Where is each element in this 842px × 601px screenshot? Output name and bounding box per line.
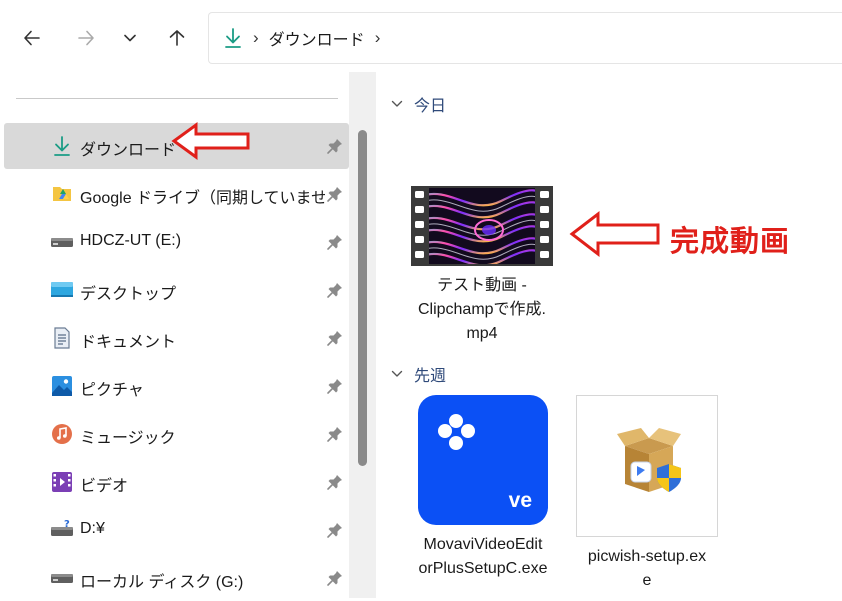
file-list: 今日 テスト動画 - Clipchampで作成. mp4 先週 ve Movav… bbox=[376, 72, 842, 598]
annotation-label: 完成動画 bbox=[670, 226, 791, 258]
sidebar-item-label: ビデオ bbox=[80, 478, 129, 495]
back-button[interactable] bbox=[16, 22, 48, 54]
sidebar-item-music[interactable]: ミュージック bbox=[4, 411, 349, 457]
file-name: テスト動画 - Clipchampで作成. mp4 bbox=[400, 274, 564, 346]
file-name-line: e bbox=[642, 572, 652, 589]
pin-icon[interactable] bbox=[326, 425, 344, 443]
file-name: MovaviVideoEdit orPlusSetupC.exe bbox=[404, 533, 562, 581]
group-header-last-week[interactable]: 先週 bbox=[390, 362, 446, 386]
sidebar-item-label: ローカル ディスク (G:) bbox=[80, 574, 244, 591]
pin-icon[interactable] bbox=[326, 329, 344, 347]
pin-icon[interactable] bbox=[326, 377, 344, 395]
pin-icon[interactable] bbox=[326, 473, 344, 491]
pin-icon[interactable] bbox=[326, 569, 344, 587]
music-icon bbox=[50, 422, 74, 446]
forward-button[interactable] bbox=[70, 22, 102, 54]
pin-icon[interactable] bbox=[326, 281, 344, 299]
sidebar-item-label: D:¥ bbox=[80, 520, 105, 537]
desktop-icon bbox=[50, 278, 74, 302]
pin-icon[interactable] bbox=[326, 521, 344, 539]
file-name-line: mp4 bbox=[466, 325, 498, 342]
sidebar-item-label: デスクトップ bbox=[80, 286, 177, 303]
videos-icon bbox=[50, 470, 74, 494]
scrollbar-thumb[interactable] bbox=[358, 130, 367, 466]
google-drive-icon bbox=[50, 182, 74, 206]
installer-box-icon bbox=[576, 395, 718, 537]
network-drive-icon: ? bbox=[50, 518, 74, 542]
sidebar-item-pictures[interactable]: ピクチャ bbox=[4, 363, 349, 409]
sidebar-item-hdcz-ut[interactable]: HDCZ-UT (E:) bbox=[4, 219, 349, 265]
pictures-icon bbox=[50, 374, 74, 398]
movavi-app-icon: ve bbox=[418, 395, 548, 525]
sidebar-item-label: HDCZ-UT (E:) bbox=[80, 232, 182, 249]
breadcrumb-separator[interactable]: › bbox=[375, 28, 381, 48]
drive-icon bbox=[50, 230, 74, 254]
sidebar-item-google-drive[interactable]: Google ドライブ（同期していません） bbox=[4, 171, 349, 217]
divider bbox=[16, 98, 338, 99]
pin-icon[interactable] bbox=[326, 233, 344, 251]
pin-icon[interactable] bbox=[326, 185, 344, 203]
chevron-down-icon bbox=[124, 34, 136, 42]
documents-icon bbox=[50, 326, 74, 350]
sidebar-item-videos[interactable]: ビデオ bbox=[4, 459, 349, 505]
arrow-up-icon bbox=[169, 30, 185, 46]
file-name-line: テスト動画 - bbox=[437, 277, 527, 294]
arrow-right-icon bbox=[78, 30, 94, 46]
sidebar-item-label: ドキュメント bbox=[80, 334, 177, 351]
file-item-picwish-setup[interactable]: picwish-setup.ex e bbox=[566, 395, 728, 593]
video-thumbnail-icon bbox=[411, 186, 553, 266]
drive-icon bbox=[50, 566, 74, 590]
up-button[interactable] bbox=[161, 22, 193, 54]
sidebar-item-desktop[interactable]: デスクトップ bbox=[4, 267, 349, 313]
sidebar-item-network-d[interactable]: ? D:¥ bbox=[4, 507, 349, 553]
file-name-line: Clipchampで作成. bbox=[417, 301, 547, 318]
annotation-arrow-sidebar bbox=[171, 122, 250, 160]
svg-text:?: ? bbox=[64, 519, 70, 530]
sidebar-item-documents[interactable]: ドキュメント bbox=[4, 315, 349, 361]
file-item-test-video[interactable]: テスト動画 - Clipchampで作成. mp4 bbox=[400, 186, 564, 346]
download-icon bbox=[50, 134, 74, 158]
breadcrumb-downloads[interactable]: ダウンロード bbox=[269, 26, 365, 50]
app-badge: ve bbox=[508, 489, 532, 512]
address-bar[interactable]: › ダウンロード › bbox=[208, 12, 842, 64]
chevron-down-icon bbox=[390, 97, 404, 111]
breadcrumb-separator[interactable]: › bbox=[253, 28, 259, 48]
sidebar-item-local-disk-g[interactable]: ローカル ディスク (G:) bbox=[4, 555, 349, 601]
pin-icon[interactable] bbox=[326, 137, 344, 155]
group-header-label: 先週 bbox=[414, 368, 447, 385]
sidebar-scrollbar[interactable] bbox=[349, 72, 376, 598]
annotation-arrow-video bbox=[569, 210, 660, 258]
file-item-movavi-setup[interactable]: ve MovaviVideoEdit orPlusSetupC.exe bbox=[404, 395, 562, 581]
file-name: picwish-setup.ex e bbox=[566, 545, 728, 593]
sidebar-item-label: ミュージック bbox=[80, 430, 176, 447]
file-name-line: MovaviVideoEdit bbox=[423, 536, 543, 553]
toolbar: › ダウンロード › bbox=[0, 0, 842, 72]
sidebar-item-label: ダウンロード bbox=[80, 142, 177, 159]
group-header-label: 今日 bbox=[414, 98, 447, 115]
sidebar-item-label: ピクチャ bbox=[80, 382, 144, 399]
file-name-line: orPlusSetupC.exe bbox=[418, 560, 548, 577]
sidebar-item-label: Google ドライブ（同期していません） bbox=[80, 190, 325, 207]
file-name-line: picwish-setup.ex bbox=[587, 548, 707, 565]
recent-locations-button[interactable] bbox=[114, 22, 146, 54]
group-header-today[interactable]: 今日 bbox=[390, 92, 446, 116]
arrow-left-icon bbox=[24, 30, 40, 46]
download-icon bbox=[223, 27, 243, 49]
chevron-down-icon bbox=[390, 367, 404, 381]
